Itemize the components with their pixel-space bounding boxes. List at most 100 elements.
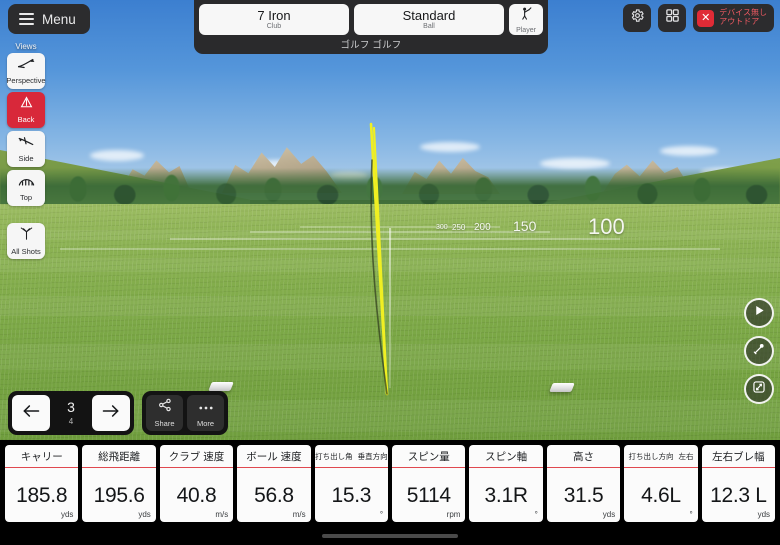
share-icon [158,398,172,417]
stat-unit: ° [534,510,538,519]
target-line [389,228,391,388]
scene-action-buttons [744,298,774,404]
stat-unit: ° [379,510,384,519]
setup-dock: 7 Iron Club Standard Ball Player ゴルフ ゴルフ [194,0,548,54]
view-button-back[interactable]: Back [7,92,45,128]
arrow-right-icon [101,403,121,424]
player-selector[interactable]: Player [509,4,543,35]
home-indicator[interactable] [322,534,458,538]
hamburger-icon [19,13,34,25]
stat-title: 打ち出し方向 [628,451,674,461]
tee-marker [549,383,575,392]
ball-selector[interactable]: Standard Ball [354,4,504,35]
view-button-top[interactable]: Top [7,170,45,206]
stats-row: キャリー 185.8 yds 総飛距離 195.6 yds クラブ 速度 40.8 m/s ボール… [0,440,780,522]
shot-nav-group: 3 4 [8,391,134,435]
session-label: ゴルフ ゴルフ [340,40,402,51]
stat-title: キャリー [20,450,63,463]
menu-button[interactable]: Menu [8,4,90,34]
stat-header: キャリー [5,445,79,468]
more-icon [198,399,214,417]
device-status-badge[interactable]: ✕ デバイス無し アウトドア [693,4,774,32]
stat-header: ボール 速度 [237,445,311,468]
yardage-label: 300 [436,224,448,231]
course-3d-view[interactable]: 100 150 200 250 300 [0,0,780,440]
stat-body: 3.1R [469,468,542,522]
perspective-icon [17,57,36,75]
stat-subtitle: 垂直方向 [357,451,388,461]
more-label: More [196,418,215,428]
shot-current: 3 [67,399,75,415]
views-title: Views [15,42,37,51]
view-label-top: Top [19,193,33,202]
stat-body: 4.6L [624,468,697,522]
stat-title: クラブ 速度 [168,450,225,463]
stat-card[interactable]: 高さ 31.5 yds [546,445,621,522]
stat-subtitle: 左右 [678,451,694,461]
previous-shot-button[interactable] [12,395,50,431]
stat-unit: rpm [446,510,461,519]
stat-header: 高さ [546,445,621,468]
club-value: 7 Iron [257,7,291,23]
yardage-label: 250 [452,223,466,232]
stat-card[interactable]: 打ち出し角 垂直方向 15.3 ° [314,445,389,522]
stat-unit: m/s [215,510,229,519]
layout-button[interactable] [658,4,687,32]
view-label-perspective: Perspective [6,76,46,85]
play-icon [753,304,766,322]
stat-unit: yds [138,510,151,519]
settings-button[interactable] [623,4,652,32]
stat-card[interactable]: スピン量 5114 rpm [392,445,466,522]
view-button-all-shots[interactable]: All Shots [7,223,45,259]
view-label-all-shots: All Shots [11,246,41,256]
golf-simulator-screen: 100 150 200 250 300 Menu 7 Iron Club Standar… [0,0,780,545]
yardage-label: 150 [513,218,537,234]
stat-header: スピン軸 [469,445,543,468]
all-shots-icon [19,226,34,246]
stat-card[interactable]: 左右ブレ幅 12.3 L yds [701,445,776,522]
stat-card[interactable]: 総飛距離 195.6 yds [82,445,156,522]
next-shot-button[interactable] [92,395,130,431]
arrow-left-icon [21,403,41,424]
stat-unit: ° [689,510,693,519]
stat-value: 31.5 [563,484,604,507]
side-view-icon [17,135,35,153]
device-status-line2: アウトドア [719,17,760,26]
tee-button[interactable] [744,336,774,366]
stat-title: ボール 速度 [246,450,302,463]
resize-icon [752,380,766,399]
stat-title: 打ち出し角 [315,451,353,461]
shot-counter[interactable]: 3 4 [54,395,88,431]
stat-title: スピン軸 [485,450,528,463]
gear-icon [630,8,645,28]
more-button[interactable]: More [187,395,224,431]
stat-unit: m/s [292,510,306,519]
stat-unit: yds [757,510,771,519]
club-selector[interactable]: 7 Iron Club [199,4,349,35]
stat-header: 打ち出し方向 左右 [624,445,698,468]
stat-header: 総飛距離 [82,445,156,468]
views-rail: Views Perspective Back Side Top All Shot… [6,42,46,262]
back-view-icon [18,96,35,114]
stat-title: 左右ブレ幅 [712,450,765,463]
view-button-perspective[interactable]: Perspective [6,53,46,89]
shot-stats-bar: キャリー 185.8 yds 総飛距離 195.6 yds クラブ 速度 40.8 m/s ボール… [0,440,780,545]
stat-header: 左右ブレ幅 [701,445,776,468]
stat-value: 3.1R [484,484,528,507]
stat-header: スピン量 [392,445,466,468]
stat-card[interactable]: キャリー 185.8 yds [5,445,79,522]
stat-unit: yds [602,510,616,519]
stat-card[interactable]: クラブ 速度 40.8 m/s [159,445,234,522]
stat-card[interactable]: スピン軸 3.1R ° [469,445,543,522]
view-button-side[interactable]: Side [7,131,45,167]
stat-card[interactable]: ボール 速度 56.8 m/s [237,445,311,522]
stat-title: スピン量 [407,450,450,463]
play-button[interactable] [744,298,774,328]
stat-header: クラブ 速度 [159,445,234,468]
share-button[interactable]: Share [146,395,183,431]
stat-value: 40.8 [176,484,217,507]
stat-body: 15.3 [315,468,388,522]
resize-button[interactable] [744,374,774,404]
stat-card[interactable]: 打ち出し方向 左右 4.6L ° [624,445,698,522]
device-status-text: デバイス無し アウトドア [719,8,767,27]
